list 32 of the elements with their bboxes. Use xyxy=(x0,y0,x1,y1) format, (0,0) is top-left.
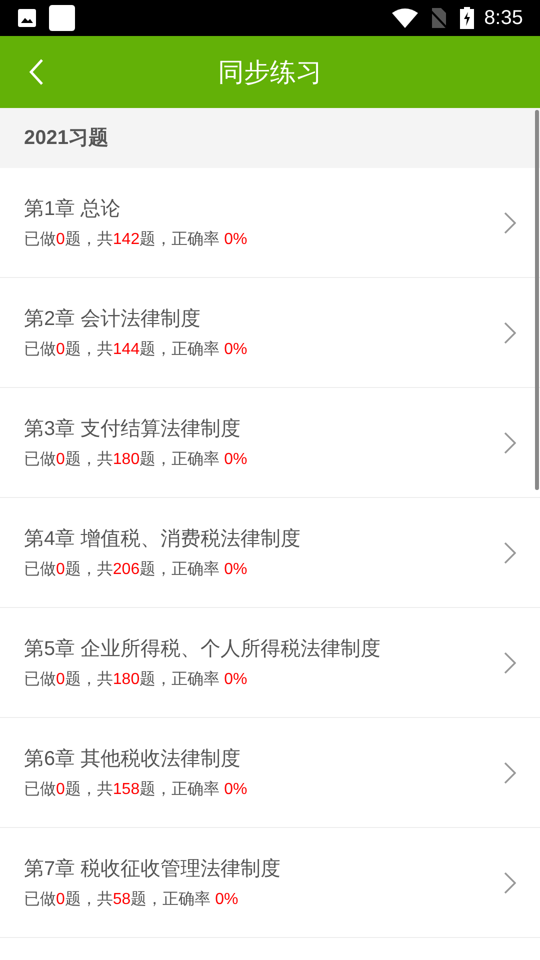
chevron-right-icon xyxy=(504,652,516,674)
chapter-row[interactable]: 第6章 其他税收法律制度 已做0题，共158题，正确率 0% xyxy=(0,718,540,828)
chapter-title: 第7章 税收征收管理法律制度 xyxy=(24,856,282,882)
chevron-right-icon xyxy=(504,322,516,344)
chapter-title: 第6章 其他税收法律制度 xyxy=(24,746,242,772)
chevron-right-icon xyxy=(504,542,516,564)
chapter-title: 第1章 总论 xyxy=(24,196,122,222)
chevron-right-icon xyxy=(504,762,516,784)
chapter-stats: 已做0题，共144题，正确率 0% xyxy=(24,340,248,360)
chapter-title: 第5章 企业所得税、个人所得税法律制度 xyxy=(24,636,382,662)
section-title: 2021习题 xyxy=(24,126,108,151)
chapter-stats: 已做0题，共142题，正确率 0% xyxy=(24,230,248,250)
battery-charging-icon xyxy=(460,7,474,29)
chapter-row[interactable]: 第4章 增值税、消费税法律制度 已做0题，共206题，正确率 0% xyxy=(0,498,540,608)
chapter-title: 第3章 支付结算法律制度 xyxy=(24,416,242,442)
chapter-title: 第4章 增值税、消费税法律制度 xyxy=(24,526,302,552)
page-title: 同步练习 xyxy=(218,56,322,88)
chapter-stats: 已做0题，共158题，正确率 0% xyxy=(24,780,248,800)
notification-icon xyxy=(49,5,75,31)
wifi-icon xyxy=(392,8,418,28)
chapter-stats: 已做0题，共58题，正确率 0% xyxy=(24,890,240,910)
chapter-row[interactable]: 第5章 企业所得税、个人所得税法律制度 已做0题，共180题，正确率 0% xyxy=(0,608,540,718)
chevron-right-icon xyxy=(504,212,516,234)
chapter-row[interactable]: 第7章 税收征收管理法律制度 已做0题，共58题，正确率 0% xyxy=(0,828,540,938)
chapter-stats: 已做0题，共180题，正确率 0% xyxy=(24,670,248,690)
chevron-right-icon xyxy=(504,872,516,894)
chapter-title: 第2章 会计法律制度 xyxy=(24,306,202,332)
image-icon xyxy=(17,8,37,28)
chapter-stats: 已做0题，共206题，正确率 0% xyxy=(24,560,248,580)
clock-time: 8:35 xyxy=(484,6,523,31)
chevron-right-icon xyxy=(504,432,516,454)
chapter-stats: 已做0题，共180题，正确率 0% xyxy=(24,450,248,470)
